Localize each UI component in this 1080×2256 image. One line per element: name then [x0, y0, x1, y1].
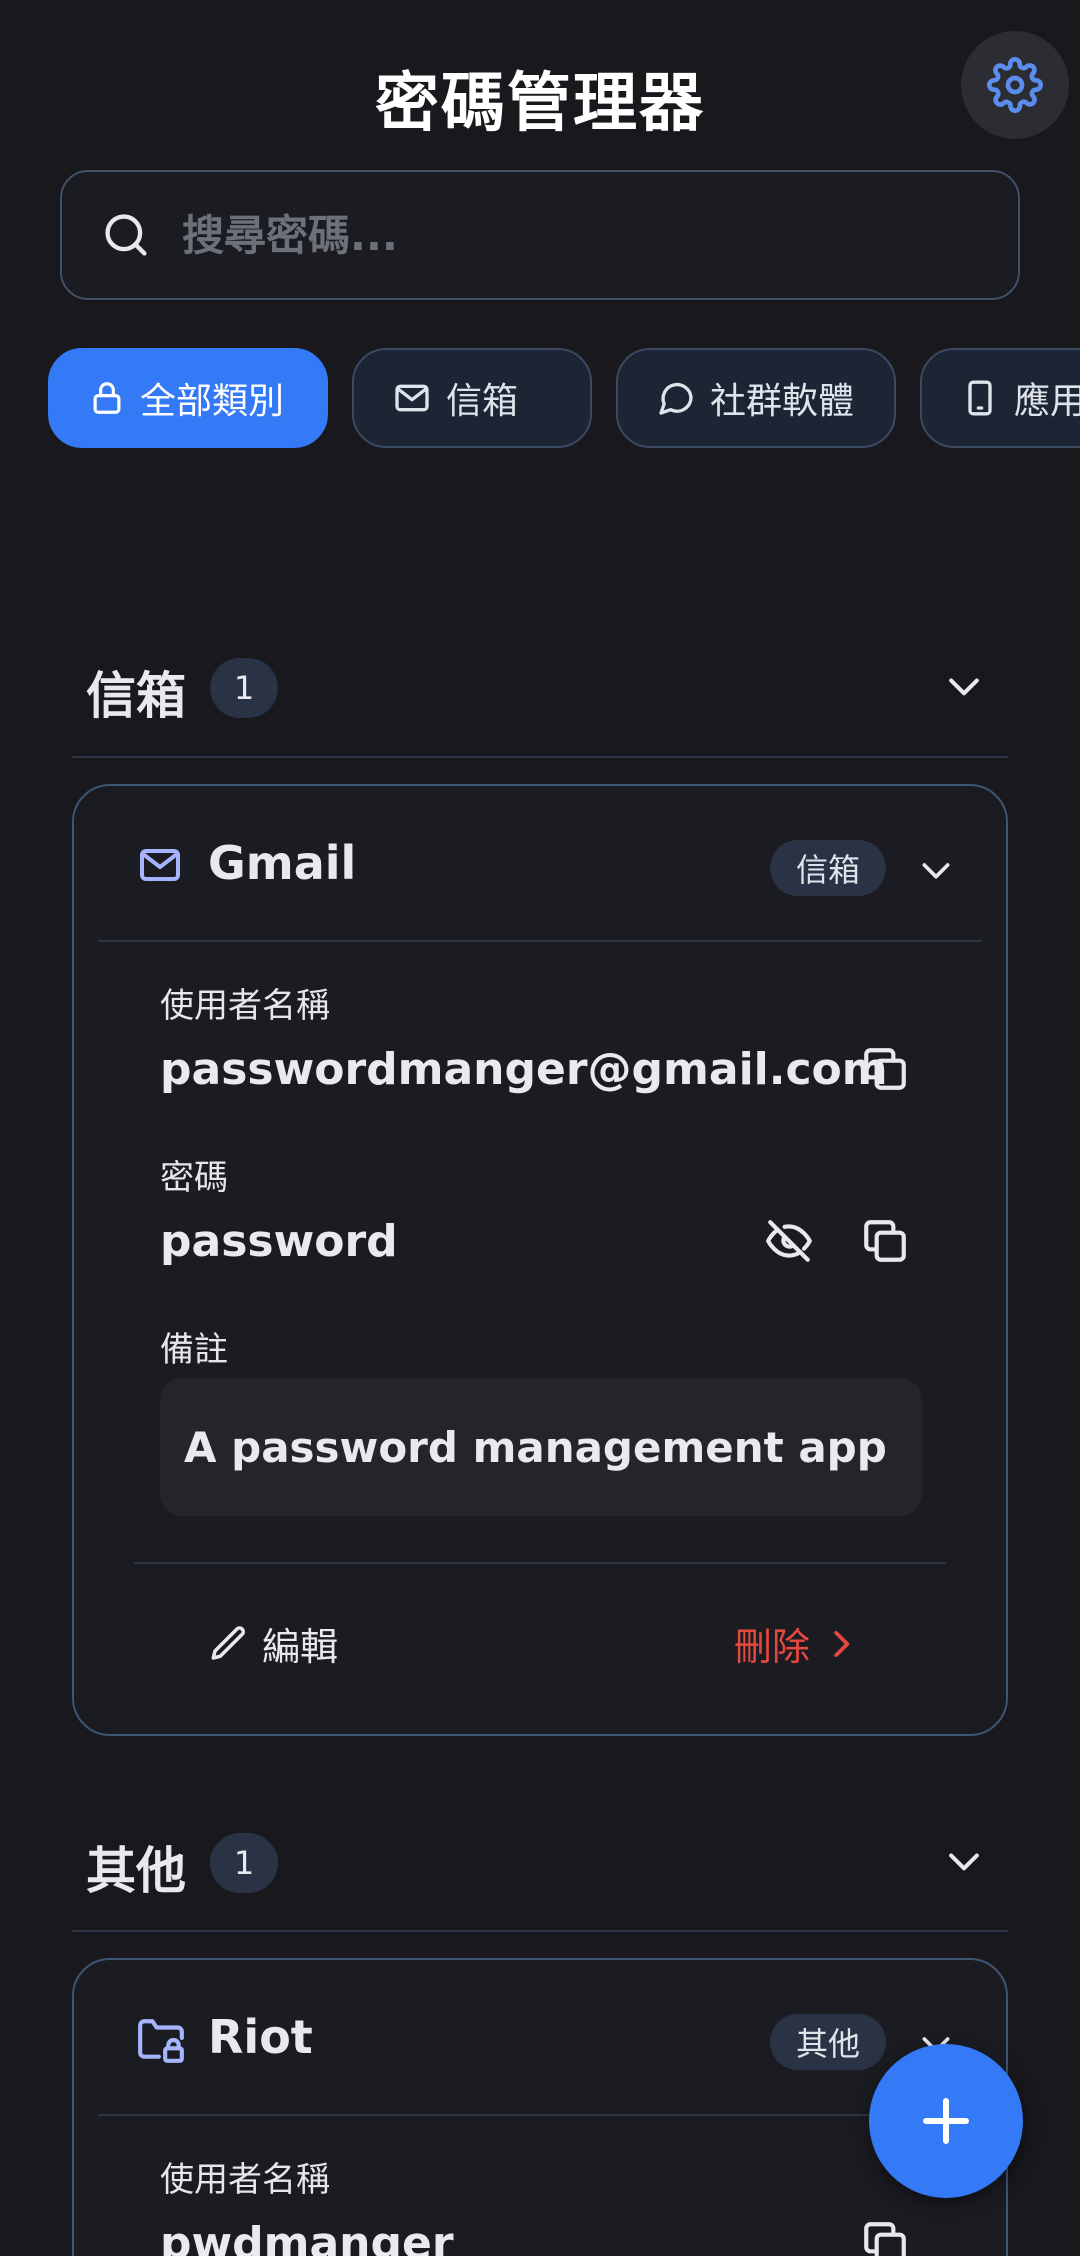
- card-header[interactable]: Gmail 信箱: [74, 786, 1006, 936]
- category-tag: 信箱: [770, 840, 887, 896]
- chevron-down-icon[interactable]: [916, 850, 956, 890]
- search-bar[interactable]: [60, 170, 1020, 300]
- count-badge: 1: [210, 658, 278, 718]
- section-divider: [72, 756, 1008, 758]
- entry-name: Gmail: [208, 836, 357, 890]
- chip-apps[interactable]: 應用: [920, 348, 1080, 448]
- delete-button[interactable]: 刪除: [734, 1616, 860, 1671]
- chip-label: 信箱: [446, 381, 519, 422]
- username-label: 使用者名稱: [160, 986, 330, 1026]
- chip-label: 應用: [1014, 381, 1080, 422]
- search-icon: [105, 214, 147, 256]
- chevron-down-icon[interactable]: [942, 664, 986, 708]
- section-title: 信箱: [86, 667, 186, 725]
- folder-lock-icon: [138, 2019, 184, 2063]
- edit-label: 編輯: [262, 1625, 339, 1669]
- password-value: password: [160, 1216, 398, 1267]
- category-tag: 其他: [770, 2014, 887, 2070]
- page-title: 密碼管理器: [375, 67, 705, 141]
- chevron-down-icon[interactable]: [942, 1839, 986, 1883]
- copy-icon: [864, 2222, 906, 2256]
- section-divider: [72, 1930, 1008, 1932]
- lock-icon: [93, 382, 121, 414]
- add-password-button[interactable]: [869, 2044, 1023, 2198]
- username-label: 使用者名稱: [160, 2160, 330, 2200]
- category-filter-bar: 全部類別 信箱 社群軟體 應用: [48, 348, 1080, 448]
- copy-username-button[interactable]: [850, 2208, 920, 2256]
- settings-button[interactable]: [961, 31, 1069, 139]
- copy-username-button[interactable]: [850, 1034, 920, 1104]
- eye-off-icon: [766, 1220, 812, 1262]
- password-label: 密碼: [160, 1158, 228, 1198]
- copy-icon: [864, 1220, 906, 1262]
- note-value: A password management app: [184, 1422, 887, 1472]
- copy-icon: [864, 1048, 906, 1090]
- section-header-other[interactable]: 其他 1: [72, 1805, 1008, 1915]
- chip-social[interactable]: 社群軟體: [616, 348, 896, 448]
- card-divider: [98, 2114, 982, 2116]
- plus-icon: [923, 2098, 969, 2144]
- pencil-icon: [211, 1625, 245, 1660]
- actions-divider: [134, 1562, 946, 1564]
- toggle-password-visibility-button[interactable]: [754, 1206, 824, 1276]
- username-value: passwordmanger@gmail.com: [160, 1044, 888, 1095]
- chip-label: 全部類別: [140, 381, 285, 422]
- chip-mail[interactable]: 信箱: [352, 348, 592, 448]
- delete-label: 刪除: [734, 1625, 811, 1669]
- note-label: 備註: [160, 1330, 228, 1370]
- password-card-riot: Riot 其他 使用者名稱 pwdmanger: [72, 1958, 1008, 2256]
- app-header: 密碼管理器: [0, 0, 1080, 170]
- phone-icon: [968, 380, 992, 416]
- section-title: 其他: [86, 1842, 186, 1900]
- chevron-right-icon: [834, 1630, 850, 1657]
- card-header[interactable]: Riot 其他: [74, 1960, 1006, 2110]
- chip-label: 社群軟體: [710, 381, 855, 422]
- edit-button[interactable]: 編輯: [208, 1616, 338, 1671]
- entry-name: Riot: [208, 2010, 313, 2064]
- password-card-gmail: Gmail 信箱 使用者名稱 passwordmanger@gmail.com …: [72, 784, 1008, 1736]
- chip-all-categories[interactable]: 全部類別: [48, 348, 328, 448]
- chat-icon: [659, 382, 693, 415]
- mail-icon: [395, 384, 429, 412]
- username-value: pwdmanger: [160, 2218, 454, 2256]
- count-badge: 1: [210, 1833, 278, 1893]
- copy-password-button[interactable]: [850, 1206, 920, 1276]
- gear-icon: [987, 57, 1043, 113]
- card-divider: [98, 940, 982, 942]
- section-header-mail[interactable]: 信箱 1: [72, 630, 1008, 740]
- search-input[interactable]: [182, 210, 962, 260]
- mail-icon: [140, 849, 180, 881]
- note-box: A password management app: [160, 1378, 922, 1516]
